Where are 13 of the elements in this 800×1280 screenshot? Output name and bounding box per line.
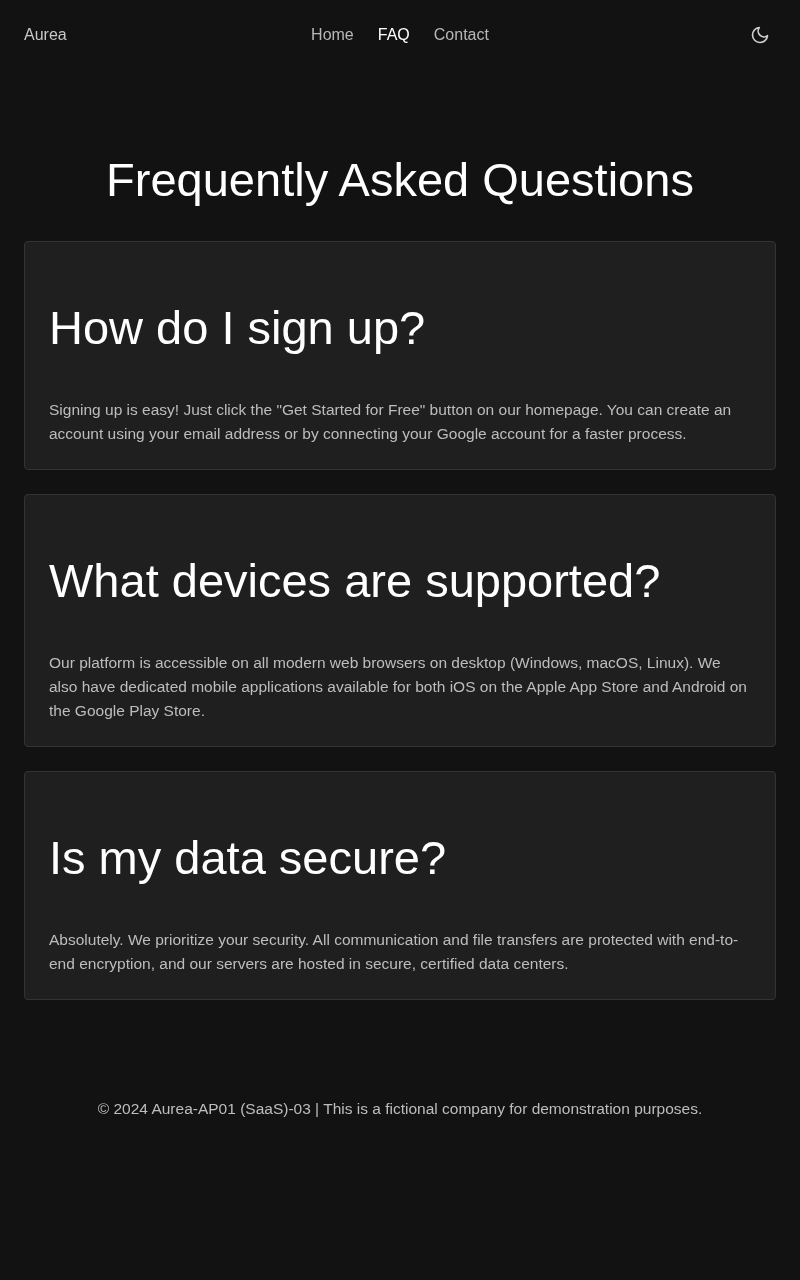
faq-question: What devices are supported? — [49, 553, 662, 609]
nav-link[interactable]: Contact — [433, 26, 489, 44]
page-title: Frequently Asked Questions — [105, 152, 695, 208]
faq-answer: Our platform is accessible on all modern web browsers on desktop (Windows, macOS, Linux). We also have dedicated mobile applications available for both iOS on the Apple App Store and Android on the Google Play Store. — [49, 653, 748, 721]
faq-answer: Signing up is easy! Just click the "Get Started for Free" button on our homepage. You can create an account using your email address or by connecting your Google account for a faster process. — [49, 400, 733, 444]
faq-question: How do I sign up? — [49, 300, 427, 356]
footer-text: © 2024 Aurea-AP01 (SaaS)-03 | This is a fictional company for demonstration purposes. — [96, 1099, 704, 1119]
brand-logo-text[interactable]: Aurea — [24, 26, 67, 44]
faq-question: Is my data secure? — [49, 830, 448, 886]
moon-icon[interactable] — [750, 25, 770, 45]
nav-link[interactable]: FAQ — [377, 26, 410, 44]
faq-answer: Absolutely. We prioritize your security. All communication and file transfers are protected with end-to-end encryption, and our servers are hosted in secure, certified data centers. — [49, 930, 740, 974]
nav-link[interactable]: Home — [311, 26, 354, 44]
